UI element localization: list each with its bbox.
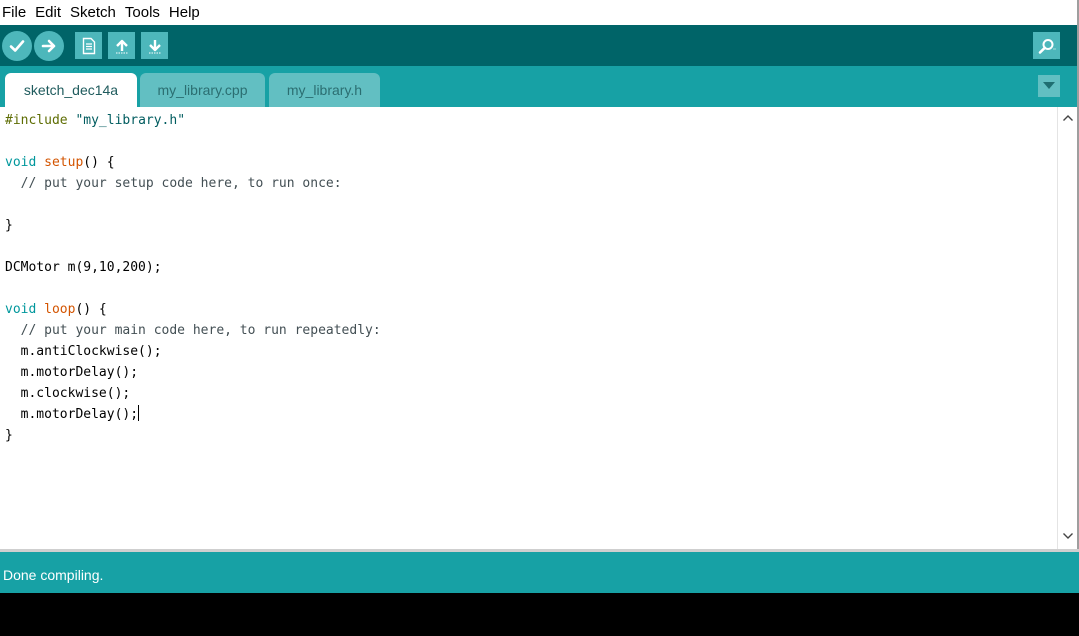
code-line: } [5, 218, 13, 233]
menu-edit[interactable]: Edit [32, 0, 67, 25]
code-line: void loop() { [5, 302, 107, 317]
code-token: "my_library.h" [75, 113, 186, 128]
code-editor[interactable]: #include "my_library.h" void setup() { /… [0, 107, 1057, 549]
tab-library-cpp[interactable]: my_library.cpp [140, 73, 265, 107]
code-line: } [5, 428, 13, 443]
open-button[interactable] [108, 32, 135, 59]
code-line: #include "my_library.h" [5, 110, 185, 131]
chevron-down-icon [1063, 533, 1073, 539]
check-icon [9, 40, 25, 52]
menu-file[interactable]: File [0, 0, 32, 25]
status-bar: Done compiling. [0, 552, 1079, 593]
scroll-down-button[interactable] [1061, 529, 1075, 543]
code-token: void [5, 302, 37, 317]
code-line: void setup() { [5, 155, 115, 170]
tab-menu-button[interactable] [1038, 75, 1060, 97]
code-line: m.antiClockwise(); [5, 344, 162, 359]
new-file-icon [82, 37, 95, 54]
arduino-ide-window: File Edit Sketch Tools Help sketch_dec14… [0, 0, 1079, 636]
triangle-down-icon [1043, 82, 1055, 89]
status-message: Done compiling. [3, 566, 104, 583]
serial-monitor-button[interactable] [1033, 32, 1060, 59]
code-token: loop [44, 302, 76, 317]
verify-button[interactable] [2, 31, 32, 61]
code-token: setup [44, 155, 84, 170]
scroll-up-button[interactable] [1061, 111, 1075, 125]
code-line: m.motorDelay(); [5, 404, 140, 425]
code-line: m.motorDelay(); [5, 365, 139, 380]
code-line: // put your setup code here, to run once… [5, 176, 342, 191]
chevron-up-icon [1063, 115, 1073, 121]
code-token: void [5, 155, 37, 170]
tab-label: my_library.cpp [157, 82, 248, 98]
code-line: m.clockwise(); [5, 386, 131, 401]
toolbar [0, 25, 1079, 66]
menu-help[interactable]: Help [166, 0, 206, 25]
text-caret [138, 405, 140, 421]
new-sketch-button[interactable] [75, 32, 102, 59]
console-output[interactable] [0, 593, 1079, 636]
code-line: DCMotor m(9,10,200); [5, 260, 162, 275]
code-token: m.motorDelay(); [5, 407, 139, 422]
arrow-up-icon [115, 39, 128, 53]
save-button[interactable] [141, 32, 168, 59]
tab-library-h[interactable]: my_library.h [269, 73, 380, 107]
vertical-scrollbar[interactable] [1057, 107, 1078, 549]
tab-label: sketch_dec14a [23, 82, 119, 98]
tab-label: my_library.h [286, 82, 363, 98]
magnifier-icon [1038, 38, 1056, 54]
tab-sketch[interactable]: sketch_dec14a [5, 73, 137, 107]
upload-button[interactable] [34, 31, 64, 61]
menu-bar: File Edit Sketch Tools Help [0, 0, 1079, 25]
code-line: // put your main code here, to run repea… [5, 323, 381, 338]
tab-bar: sketch_dec14a my_library.cpp my_library.… [0, 66, 1079, 107]
menu-sketch[interactable]: Sketch [67, 0, 122, 25]
menu-tools[interactable]: Tools [122, 0, 166, 25]
arrow-down-icon [148, 39, 161, 53]
code-token: #include [5, 113, 68, 128]
arrow-right-icon [41, 39, 56, 53]
